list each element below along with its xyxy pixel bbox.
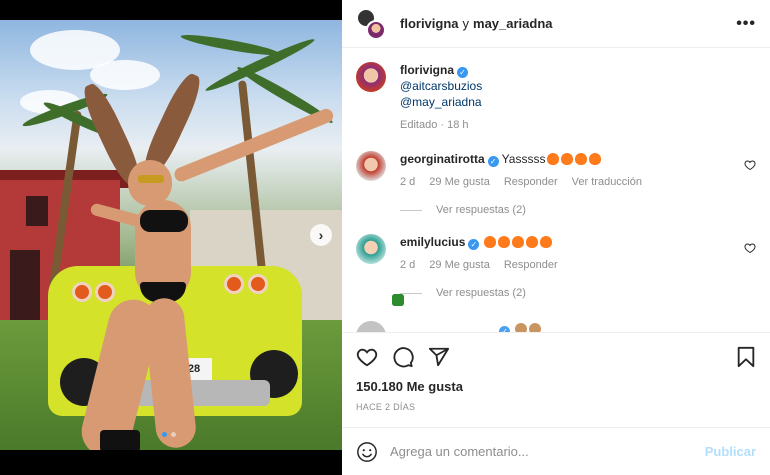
carousel-dot [171,432,176,437]
likes-count[interactable]: 150.180 Me gusta [356,379,756,394]
comment-meta: 2 d 29 Me gusta Responder Ver traducción [400,174,732,190]
fire-emoji-icon [540,236,553,248]
replies-divider [400,209,422,211]
fire-emoji-icon [526,236,539,248]
emoji-row: ✓ [496,321,541,332]
fire-emoji-icon [561,153,574,165]
like-heart-icon[interactable] [356,346,378,368]
mention-link[interactable]: @aitcarsbuzios [400,78,756,94]
view-replies-label: Ver respuestas (2) [436,287,526,299]
cloud [90,60,160,90]
reply-button[interactable]: Responder [504,174,558,190]
boot [100,430,140,450]
post-authors: florivigna y may_ariadna [400,16,736,31]
comment-likes[interactable]: 29 Me gusta [429,257,490,273]
palm-leaf [179,31,281,59]
comment-likes[interactable]: 29 Me gusta [429,174,490,190]
reply-button[interactable]: Responder [504,257,558,273]
post-date[interactable]: HACE 2 DÍAS [356,402,756,412]
collab-avatars[interactable] [356,7,386,40]
comment-text: Yasssss [501,152,546,166]
comment-username[interactable]: georginatirotta [400,152,485,166]
emoji-smile-icon[interactable] [356,441,378,463]
bikini-top [140,210,188,232]
comment-like-heart-icon[interactable] [744,242,756,254]
face-emoji-icon [515,323,527,332]
caption-meta: Editado · 18 h [400,119,469,131]
comment-time[interactable]: 2 d [400,174,415,190]
comment-time[interactable]: 2 d [400,257,415,273]
chevron-right-icon: › [318,227,324,243]
post-header: florivigna y may_ariadna ••• [342,0,770,48]
avatar [366,19,386,40]
fire-emoji-icon [512,236,525,248]
carousel-dot-active [162,432,167,437]
car-taillight [95,282,115,302]
car-taillight [248,274,268,294]
action-icons [356,343,756,371]
add-comment-bar: Publicar [342,427,770,475]
comment: emilylucius ✓ 2 d 29 Me gusta Responder [356,234,756,273]
caption-username[interactable]: florivigna [400,63,454,77]
translate-button[interactable]: Ver traducción [572,174,642,190]
post-photo: 28 [0,20,342,450]
person-head [128,160,172,206]
view-replies-label: Ver respuestas (2) [436,204,526,216]
author-link[interactable]: florivigna [400,16,459,31]
avatar[interactable] [356,62,386,92]
post-side-panel: florivigna y may_ariadna ••• florivigna ✓ @… [342,0,770,475]
verified-badge-icon: ✓ [487,156,499,167]
fire-emoji-icon [498,236,511,248]
carousel-dots [162,432,176,437]
house-window [26,196,48,226]
view-replies-button[interactable]: Ver respuestas (2) [400,287,756,299]
post-media: 28 › [0,0,342,475]
face-emoji-icon [529,323,541,332]
verified-badge-icon: ✓ [468,239,480,250]
comment-partial: ✓ [356,321,756,332]
view-replies-button[interactable]: Ver respuestas (2) [400,204,756,216]
fire-emoji-icon [589,153,602,165]
caption-time: 18 h [447,119,469,131]
verified-badge-icon: ✓ [457,67,469,78]
save-bookmark-icon[interactable] [736,346,756,368]
fire-emoji-row [545,151,602,167]
car-emoji-icon [392,294,404,306]
comment-meta: 2 d 29 Me gusta Responder [400,257,732,273]
comment-username[interactable]: emilylucius [400,235,465,249]
replies-divider [400,292,422,294]
comment-bubble-icon[interactable] [392,346,414,368]
publish-button[interactable]: Publicar [705,444,756,459]
mention-link[interactable]: @may_ariadna [400,94,756,110]
verified-badge-icon: ✓ [499,326,510,332]
share-send-icon[interactable] [428,346,450,368]
house-door [10,250,40,320]
comments-list: florivigna ✓ @aitcarsbuzios @may_ariadna … [342,48,770,332]
fire-emoji-icon [575,153,588,165]
more-options-icon[interactable]: ••• [736,15,756,33]
fire-emoji-icon [547,153,560,165]
comment: georginatirotta ✓ Yasssss 2 d 29 Me gusta … [356,151,756,190]
avatar[interactable] [356,234,386,264]
post-caption: florivigna ✓ @aitcarsbuzios @may_ariadna … [356,62,756,306]
edited-label: Editado [400,119,438,131]
sunglasses [138,175,164,183]
author-connector: y [462,16,470,31]
avatar[interactable] [356,321,386,332]
fire-emoji-icon [484,236,497,248]
fire-emoji-row [482,234,553,250]
author-link[interactable]: may_ariadna [473,16,553,31]
comment-like-heart-icon[interactable] [744,159,756,171]
carousel-next-button[interactable]: › [310,224,332,246]
post-actions: 150.180 Me gusta HACE 2 DÍAS [342,332,770,427]
car-taillight [224,274,244,294]
car-taillight [72,282,92,302]
avatar[interactable] [356,151,386,181]
comment-input[interactable] [390,444,705,459]
